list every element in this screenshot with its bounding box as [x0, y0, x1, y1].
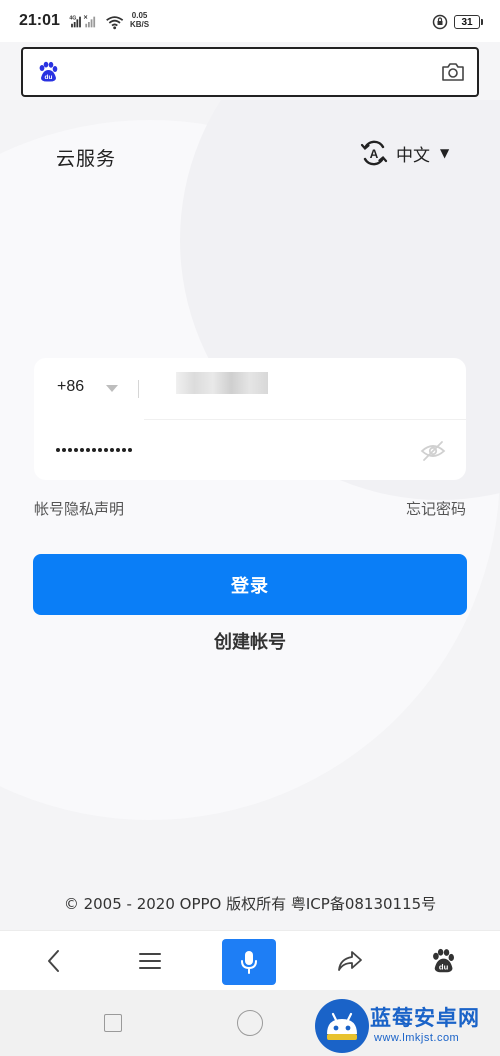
- status-right: 31: [432, 13, 483, 31]
- login-button[interactable]: 登录: [33, 554, 467, 615]
- phone-input[interactable]: [174, 370, 448, 402]
- browser-toolbar: du: [0, 930, 500, 990]
- network-speed-value: 0.05: [131, 11, 148, 20]
- privacy-statement-link[interactable]: 帐号隐私声明: [34, 498, 124, 519]
- svg-text:A: A: [370, 147, 379, 161]
- network-type-label: 4G: [69, 15, 76, 21]
- search-input[interactable]: [69, 59, 433, 87]
- wifi-icon: [106, 16, 124, 30]
- back-button[interactable]: [24, 931, 84, 991]
- copyright-text: © 2005 - 2020 OPPO 版权所有 粤ICP备08130115号: [63, 895, 437, 913]
- login-form: +86: [34, 358, 466, 480]
- page-title: 云服务: [56, 148, 117, 170]
- password-row: [34, 420, 466, 480]
- watermark: 蓝莓安卓网 www.lmkjst.com: [312, 996, 500, 1056]
- network-speed-unit: KB/S: [130, 20, 150, 29]
- divider: [138, 380, 139, 398]
- menu-button[interactable]: [120, 931, 180, 991]
- home-button[interactable]: [237, 1010, 263, 1036]
- browser-search-bar[interactable]: du: [21, 47, 479, 97]
- network-speed: 0.05 KB/S: [130, 11, 149, 29]
- watermark-title: 蓝莓安卓网: [370, 1006, 480, 1030]
- svg-text:du: du: [45, 74, 53, 81]
- login-page: 云服务 A 中文 ▼ +86 帐号隐私声明 忘记密码 登录 创建帐号 © 200…: [0, 100, 500, 930]
- share-icon: [338, 951, 362, 971]
- android-robot-icon: [315, 999, 369, 1053]
- menu-icon: [139, 953, 161, 969]
- eye-off-icon[interactable]: [420, 440, 446, 462]
- signal-icons: 4G ×: [69, 14, 124, 30]
- chevron-down-icon[interactable]: [106, 385, 118, 392]
- country-code-selector[interactable]: +86: [57, 378, 84, 396]
- rotation-lock-icon: [432, 14, 448, 30]
- baidu-paw-icon: du: [433, 948, 454, 973]
- svg-text:×: ×: [84, 14, 88, 21]
- create-account-link[interactable]: 创建帐号: [0, 628, 500, 654]
- voice-search-button[interactable]: [222, 939, 276, 985]
- language-label: 中文: [396, 145, 430, 166]
- password-input[interactable]: [54, 436, 418, 468]
- back-icon: [48, 950, 59, 972]
- microphone-icon: [241, 951, 257, 974]
- share-button[interactable]: [320, 931, 380, 991]
- svg-text:du: du: [439, 962, 449, 971]
- forgot-password-link[interactable]: 忘记密码: [406, 498, 466, 519]
- baidu-home-button[interactable]: du: [413, 931, 473, 991]
- status-bar: 21:01 4G × 0.05 KB/S 31: [0, 0, 500, 42]
- language-selector[interactable]: A 中文 ▼: [360, 138, 449, 168]
- camera-icon[interactable]: [441, 61, 465, 83]
- status-time: 21:01: [19, 12, 60, 29]
- battery-level: 31: [454, 15, 483, 29]
- watermark-url: www.lmkjst.com: [374, 1032, 460, 1044]
- chevron-down-icon: ▼: [440, 146, 450, 160]
- recent-apps-button[interactable]: [104, 1014, 122, 1032]
- language-icon: A: [360, 140, 388, 166]
- phone-row: +86: [34, 358, 466, 418]
- baidu-paw-icon: du: [39, 61, 58, 82]
